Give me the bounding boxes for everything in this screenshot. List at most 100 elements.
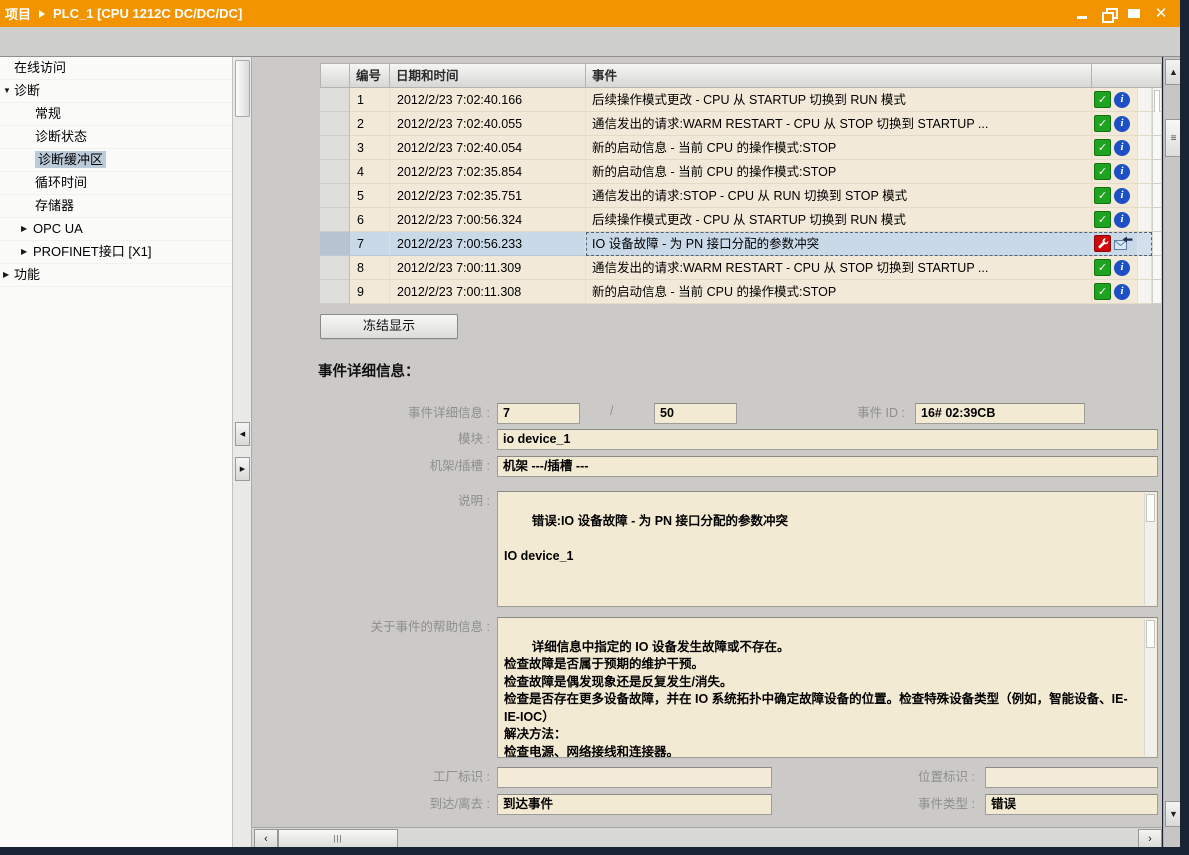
row-datetime-cell: 2012/2/23 7:02:35.854	[390, 160, 586, 184]
sidebar-item-2[interactable]: 常规	[0, 103, 232, 126]
sidebar-item-6[interactable]: 存储器	[0, 195, 232, 218]
table-row[interactable]: 9 2012/2/23 7:00:11.308 新的启动信息 - 当前 CPU …	[320, 280, 1162, 304]
row-selector-cell[interactable]	[320, 112, 350, 136]
help-info-textarea[interactable]: 详细信息中指定的 IO 设备发生故障或不存在。 检查故障是否属于预期的维护干预。…	[497, 617, 1158, 758]
sidebar-item-label: 诊断	[14, 83, 40, 98]
table-scrollbar[interactable]	[1152, 184, 1162, 208]
description-textarea[interactable]: 错误:IO 设备故障 - 为 PN 接口分配的参数冲突 IO device_1	[497, 491, 1158, 607]
description-scrollbar[interactable]	[1144, 493, 1156, 605]
chevron-right-icon[interactable]: ▶	[21, 218, 27, 240]
check-icon: ✓	[1094, 115, 1111, 132]
sidebar-item-label: 循环时间	[35, 175, 87, 190]
row-blank-cell	[1138, 184, 1152, 208]
sidebar-item-7[interactable]: ▶ OPC UA	[0, 218, 232, 241]
chevron-right-icon[interactable]: ▶	[3, 264, 9, 286]
table-row[interactable]: 3 2012/2/23 7:02:40.054 新的启动信息 - 当前 CPU …	[320, 136, 1162, 160]
table-row[interactable]: 8 2012/2/23 7:00:11.309 通信发出的请求:WARM RES…	[320, 256, 1162, 280]
breadcrumb-project[interactable]: 项目	[5, 4, 31, 23]
table-row[interactable]: 2 2012/2/23 7:02:40.055 通信发出的请求:WARM RES…	[320, 112, 1162, 136]
event-table-body: 1 2012/2/23 7:02:40.166 后续操作模式更改 - CPU 从…	[320, 88, 1162, 304]
restore-button[interactable]	[1102, 7, 1116, 21]
row-selector-cell[interactable]	[320, 184, 350, 208]
row-selector-cell[interactable]	[320, 232, 350, 256]
scroll-right-button[interactable]: ›	[1138, 829, 1162, 848]
table-row[interactable]: 1 2012/2/23 7:02:40.166 后续操作模式更改 - CPU 从…	[320, 88, 1162, 112]
check-icon: ✓	[1094, 259, 1111, 276]
collapse-left-button[interactable]: ◀	[235, 422, 250, 446]
row-selector-cell[interactable]	[320, 136, 350, 160]
table-scrollbar[interactable]	[1152, 280, 1162, 304]
table-scrollbar[interactable]	[1152, 112, 1162, 136]
sidebar-item-9[interactable]: ▶ 功能	[0, 264, 232, 287]
sidebar-item-label: 功能	[14, 267, 40, 282]
table-scrollbar-thumb[interactable]	[1154, 90, 1160, 114]
sidebar-item-0[interactable]: 在线访问	[0, 57, 232, 80]
table-scrollbar[interactable]	[1152, 232, 1162, 256]
breadcrumb-arrow-icon	[39, 10, 45, 18]
table-row[interactable]: 6 2012/2/23 7:00:56.324 后续操作模式更改 - CPU 从…	[320, 208, 1162, 232]
row-selector-cell[interactable]	[320, 256, 350, 280]
rack-slot-field[interactable]: 机架 ---/插槽 ---	[497, 456, 1158, 477]
row-number-cell: 2	[350, 112, 390, 136]
column-event[interactable]: 事件	[586, 63, 1092, 88]
event-id-field[interactable]: 16# 02:39CB	[915, 403, 1085, 424]
location-id-label: 位置标识 :	[875, 767, 975, 787]
chevron-right-icon[interactable]: ▶	[21, 241, 27, 263]
row-selector-cell[interactable]	[320, 208, 350, 232]
plant-id-field[interactable]	[497, 767, 772, 788]
row-selector-cell[interactable]	[320, 160, 350, 184]
event-type-field[interactable]: 错误	[985, 794, 1158, 815]
row-selector-cell[interactable]	[320, 88, 350, 112]
sidebar-item-3[interactable]: 诊断状态	[0, 126, 232, 149]
table-scrollbar[interactable]	[1152, 160, 1162, 184]
horizontal-scrollbar-thumb[interactable]: |||	[278, 829, 398, 848]
row-datetime-cell: 2012/2/23 7:02:35.751	[390, 184, 586, 208]
row-datetime-cell: 2012/2/23 7:00:11.309	[390, 256, 586, 280]
table-scrollbar[interactable]	[1152, 256, 1162, 280]
expand-right-button[interactable]: ▶	[235, 457, 250, 481]
event-details-label: 事件详细信息 :	[252, 403, 490, 423]
event-index-field[interactable]: 7	[497, 403, 580, 424]
minimize-button[interactable]	[1076, 7, 1090, 21]
location-id-field[interactable]	[985, 767, 1158, 788]
freeze-display-button[interactable]: 冻结显示	[320, 314, 458, 339]
table-row[interactable]: 7 2012/2/23 7:00:56.233 IO 设备故障 - 为 PN 接…	[320, 232, 1162, 256]
row-selector-cell[interactable]	[320, 280, 350, 304]
sidebar-item-label: 诊断缓冲区	[35, 151, 106, 168]
event-total-field[interactable]: 50	[654, 403, 737, 424]
sidebar-item-4[interactable]: 诊断缓冲区	[0, 149, 232, 172]
vertical-scrollbar[interactable]: ▲ ≡ ▼	[1163, 57, 1181, 847]
row-icons-cell: ✓i	[1092, 256, 1138, 280]
table-row[interactable]: 4 2012/2/23 7:02:35.854 新的启动信息 - 当前 CPU …	[320, 160, 1162, 184]
help-info-scrollbar-thumb[interactable]	[1146, 620, 1155, 648]
table-row[interactable]: 5 2012/2/23 7:02:35.751 通信发出的请求:STOP - C…	[320, 184, 1162, 208]
column-number[interactable]: 编号	[350, 63, 390, 88]
horizontal-scrollbar[interactable]: ‹ ||| ›	[252, 827, 1162, 848]
event-id-label: 事件 ID :	[805, 403, 905, 423]
help-info-text: 详细信息中指定的 IO 设备发生故障或不存在。 检查故障是否属于预期的维护干预。…	[504, 640, 1128, 759]
sidebar-item-label: OPC UA	[33, 221, 83, 236]
row-number-cell: 9	[350, 280, 390, 304]
chevron-down-icon[interactable]: ▼	[3, 80, 11, 102]
table-scrollbar[interactable]	[1152, 208, 1162, 232]
sidebar-item-5[interactable]: 循环时间	[0, 172, 232, 195]
close-button[interactable]: ✕	[1154, 7, 1168, 21]
table-scrollbar[interactable]	[1152, 136, 1162, 160]
event-type-label: 事件类型 :	[875, 794, 975, 814]
check-icon: ✓	[1094, 211, 1111, 228]
scroll-left-button[interactable]: ‹	[254, 829, 278, 848]
table-scrollbar[interactable]	[1152, 88, 1162, 112]
row-icons-cell: ✓i	[1092, 136, 1138, 160]
help-info-scrollbar[interactable]	[1144, 619, 1156, 756]
sidebar: 在线访问 ▼ 诊断 常规 诊断状态 诊断缓冲区 循环时间 存储器 ▶ OPC U…	[0, 57, 233, 847]
arrive-leave-field[interactable]: 到达事件	[497, 794, 772, 815]
page-title: PLC_1 [CPU 1212C DC/DC/DC]	[53, 6, 242, 21]
module-field[interactable]: io device_1	[497, 429, 1158, 450]
sidebar-item-1[interactable]: ▼ 诊断	[0, 80, 232, 103]
row-datetime-cell: 2012/2/23 7:02:40.166	[390, 88, 586, 112]
description-scrollbar-thumb[interactable]	[1146, 494, 1155, 522]
maximize-button[interactable]	[1128, 7, 1142, 21]
column-datetime[interactable]: 日期和时间	[390, 63, 586, 88]
sidebar-scrollbar-thumb[interactable]	[235, 60, 250, 117]
sidebar-item-8[interactable]: ▶ PROFINET接口 [X1]	[0, 241, 232, 264]
